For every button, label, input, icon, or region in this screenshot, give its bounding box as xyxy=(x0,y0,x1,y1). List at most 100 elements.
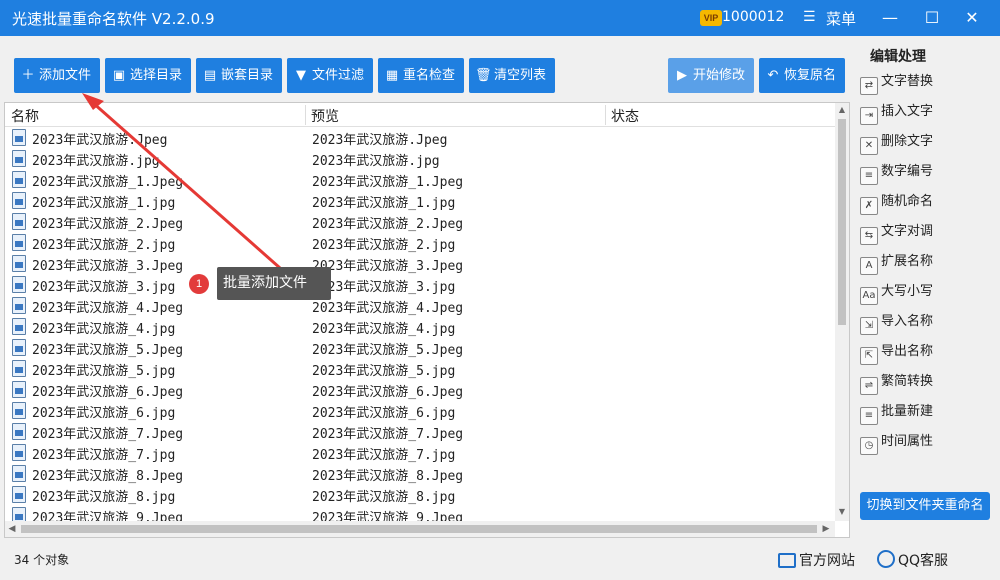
file-name: 2023年武汉旅游_4.jpg xyxy=(32,322,176,337)
undo-icon: ↶ xyxy=(767,68,779,83)
column-name[interactable]: 名称 xyxy=(11,106,39,126)
minimize-button[interactable]: — xyxy=(870,0,910,36)
table-row[interactable]: 2023年武汉旅游_1.Jpeg 2023年武汉旅游_1.Jpeg xyxy=(5,169,835,190)
side-item-swap[interactable]: ⇆ 文字对调 xyxy=(860,220,934,245)
side-item-case[interactable]: Aa 大写小写 xyxy=(860,280,934,305)
start-modify-label: 开始修改 xyxy=(693,68,746,83)
file-preview-name: 2023年武汉旅游_2.jpg xyxy=(312,238,456,253)
select-directory-label: 选择目录 xyxy=(130,68,183,83)
restore-name-button[interactable]: ↶ 恢复原名 xyxy=(759,58,845,93)
add-file-button[interactable]: ＋ 添加文件 xyxy=(14,58,100,93)
file-name: 2023年武汉旅游_3.jpg xyxy=(32,280,176,295)
table-row[interactable]: 2023年武汉旅游_5.jpg 2023年武汉旅游_5.jpg xyxy=(5,358,835,379)
side-item-random[interactable]: ✗ 随机命名 xyxy=(860,190,934,215)
scroll-down-icon[interactable]: ▼ xyxy=(835,507,849,516)
duplicate-check-label: 重名检查 xyxy=(403,68,456,83)
image-file-icon xyxy=(12,213,26,230)
maximize-button[interactable]: ☐ xyxy=(912,0,952,36)
check-doc-icon: ▦ xyxy=(385,68,399,83)
clear-list-label: 清空列表 xyxy=(494,68,547,83)
side-item-export[interactable]: ⇱ 导出名称 xyxy=(860,340,933,365)
app-title: 光速批量重命名软件 V2.2.0.9 xyxy=(12,10,215,28)
tooltip: 批量添加文件 xyxy=(217,267,331,300)
table-row[interactable]: 2023年武汉旅游_7.jpg 2023年武汉旅游_7.jpg xyxy=(5,442,835,463)
file-name: 2023年武汉旅游_1.jpg xyxy=(32,196,176,211)
side-item-numbering[interactable]: ≡ 数字编号 xyxy=(860,160,934,185)
scroll-up-icon[interactable]: ▲ xyxy=(835,105,849,114)
vertical-scroll-thumb[interactable] xyxy=(838,119,846,325)
random-icon: ✗ xyxy=(860,197,878,215)
image-file-icon xyxy=(12,192,26,209)
table-row[interactable]: 2023年武汉旅游_2.Jpeg 2023年武汉旅游_2.Jpeg xyxy=(5,211,835,232)
horizontal-scroll-thumb[interactable] xyxy=(21,525,817,533)
table-row[interactable]: 2023年武汉旅游_7.Jpeg 2023年武汉旅游_7.Jpeg xyxy=(5,421,835,442)
select-directory-button[interactable]: ▣ 选择目录 xyxy=(105,58,191,93)
official-website-link[interactable]: 官方网站 xyxy=(778,550,855,570)
column-status[interactable]: 状态 xyxy=(611,106,639,126)
file-name: 2023年武汉旅游_3.Jpeg xyxy=(32,259,184,274)
qq-support-link[interactable]: QQ客服 xyxy=(877,550,948,570)
file-name: 2023年武汉旅游_2.Jpeg xyxy=(32,217,184,232)
swap-icon: ⇆ xyxy=(860,227,878,245)
table-row[interactable]: 2023年武汉旅游_5.Jpeg 2023年武汉旅游_5.Jpeg xyxy=(5,337,835,358)
side-item-label: 繁简转换 xyxy=(881,374,934,389)
side-item-extension[interactable]: A 扩展名称 xyxy=(860,250,933,275)
vertical-scrollbar[interactable]: ▲ ▼ xyxy=(835,103,849,521)
official-website-label: 官方网站 xyxy=(799,553,855,569)
table-row[interactable]: 2023年武汉旅游_8.Jpeg 2023年武汉旅游_8.Jpeg xyxy=(5,463,835,484)
side-item-insert[interactable]: ⇥ 插入文字 xyxy=(860,100,934,125)
file-filter-button[interactable]: ▼ 文件过滤 xyxy=(287,58,373,93)
table-row[interactable]: 2023年武汉旅游_3.jpg 2023年武汉旅游_3.jpg xyxy=(5,274,835,295)
table-row[interactable]: 2023年武汉旅游_4.jpg 2023年武汉旅游_4.jpg xyxy=(5,316,835,337)
filter-icon: ▼ xyxy=(296,68,306,83)
step-badge: 1 xyxy=(189,274,209,294)
file-preview-name: 2023年武汉旅游_6.Jpeg xyxy=(312,385,464,400)
nested-directory-button[interactable]: ▤ 嵌套目录 xyxy=(196,58,282,93)
file-preview-name: 2023年武汉旅游_8.jpg xyxy=(312,490,456,505)
side-item-new[interactable]: ≡ 批量新建 xyxy=(860,400,933,425)
image-file-icon xyxy=(12,465,26,482)
file-preview-name: 2023年武汉旅游_5.jpg xyxy=(312,364,456,379)
table-row[interactable]: 2023年武汉旅游.jpg 2023年武汉旅游.jpg xyxy=(5,148,835,169)
table-row[interactable]: 2023年武汉旅游_8.jpg 2023年武汉旅游_8.jpg xyxy=(5,484,835,505)
list-rows: 2023年武汉旅游.Jpeg 2023年武汉旅游.Jpeg 2023年武汉旅游.jp… xyxy=(5,127,835,521)
side-item-label: 文字对调 xyxy=(881,224,934,239)
side-item-label: 插入文字 xyxy=(881,104,934,119)
scroll-left-icon[interactable]: ◀ xyxy=(5,521,19,537)
clear-list-button[interactable]: 🗑 清空列表 xyxy=(469,58,555,93)
close-button[interactable]: ✕ xyxy=(952,0,992,36)
file-name: 2023年武汉旅游_8.Jpeg xyxy=(32,469,184,484)
switch-folder-rename-button[interactable]: 切换到文件夹重命名 xyxy=(860,492,990,520)
side-item-clock[interactable]: ◷ 时间属性 xyxy=(860,430,933,455)
table-row[interactable]: 2023年武汉旅游_3.Jpeg 2023年武汉旅游_3.Jpeg xyxy=(5,253,835,274)
side-item-label: 数字编号 xyxy=(881,164,934,179)
table-row[interactable]: 2023年武汉旅游_1.jpg 2023年武汉旅游_1.jpg xyxy=(5,190,835,211)
file-name: 2023年武汉旅游_1.Jpeg xyxy=(32,175,184,190)
side-item-delete[interactable]: ✕ 删除文字 xyxy=(860,130,933,155)
edit-panel-title: 编辑处理 xyxy=(870,49,926,65)
side-item-replace[interactable]: ⇄ 文字替换 xyxy=(860,70,933,95)
menu-button[interactable]: 菜单 xyxy=(826,8,856,29)
scroll-right-icon[interactable]: ▶ xyxy=(819,521,833,537)
column-preview[interactable]: 预览 xyxy=(311,106,339,126)
table-row[interactable]: 2023年武汉旅游.Jpeg 2023年武汉旅游.Jpeg xyxy=(5,127,835,148)
side-item-label: 大写小写 xyxy=(881,284,934,299)
side-item-convert[interactable]: ⇌ 繁简转换 xyxy=(860,370,934,395)
start-modify-button[interactable]: ▶ 开始修改 xyxy=(668,58,754,93)
nested-directory-label: 嵌套目录 xyxy=(221,68,274,83)
table-row[interactable]: 2023年武汉旅游_2.jpg 2023年武汉旅游_2.jpg xyxy=(5,232,835,253)
column-divider[interactable] xyxy=(605,105,606,125)
table-row[interactable]: 2023年武汉旅游_6.Jpeg 2023年武汉旅游_6.Jpeg xyxy=(5,379,835,400)
side-item-label: 随机命名 xyxy=(881,194,934,209)
table-row[interactable]: 2023年武汉旅游_9.Jpeg 2023年武汉旅游_9.Jpeg xyxy=(5,505,835,521)
duplicate-check-button[interactable]: ▦ 重名检查 xyxy=(378,58,464,93)
column-divider[interactable] xyxy=(305,105,306,125)
table-row[interactable]: 2023年武汉旅游_6.jpg 2023年武汉旅游_6.jpg xyxy=(5,400,835,421)
table-row[interactable]: 2023年武汉旅游_4.Jpeg 2023年武汉旅游_4.Jpeg xyxy=(5,295,835,316)
file-name: 2023年武汉旅游_7.Jpeg xyxy=(32,427,184,442)
trash-icon: 🗑 xyxy=(475,68,492,83)
hamburger-icon[interactable]: ☰ xyxy=(803,9,816,25)
side-item-import[interactable]: ⇲ 导入名称 xyxy=(860,310,933,335)
file-list[interactable]: 名称 预览 状态 2023年武汉旅游.Jpeg 2023年武汉旅游.Jpeg 202… xyxy=(4,102,850,538)
horizontal-scrollbar[interactable]: ◀ ▶ xyxy=(5,521,835,537)
